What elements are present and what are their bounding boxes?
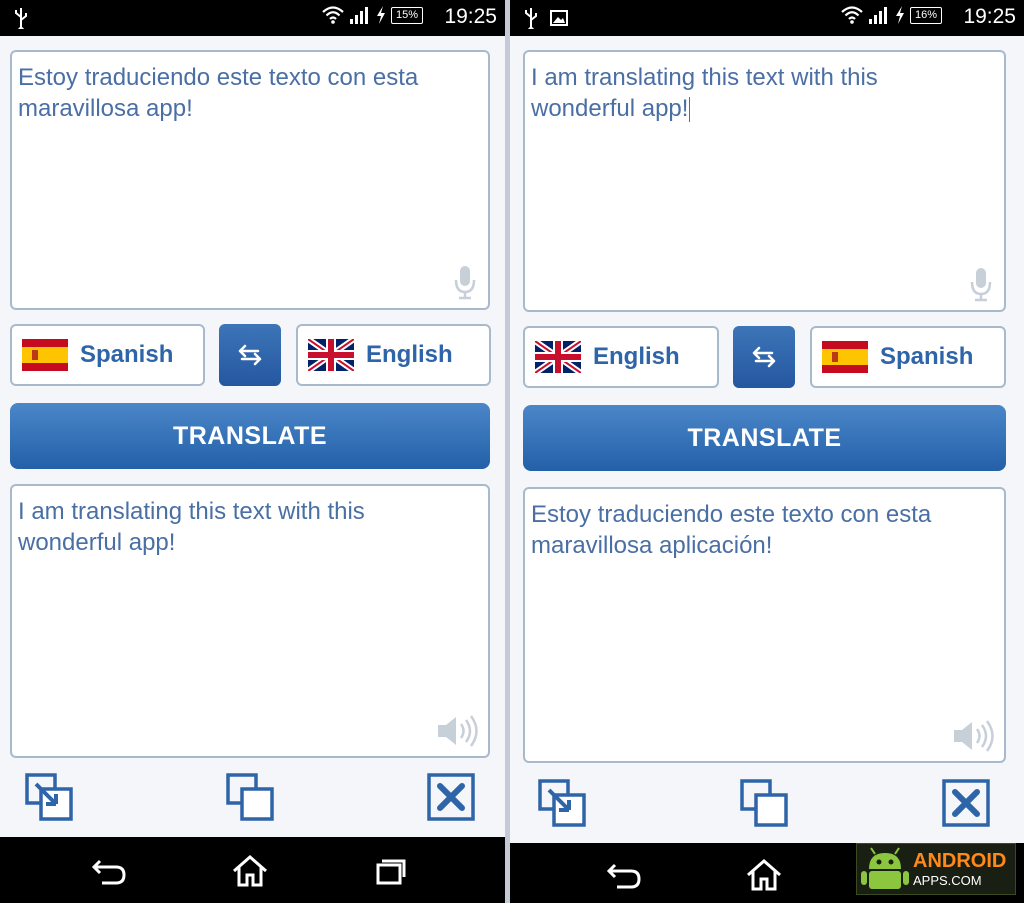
status-time: 19:25 xyxy=(444,5,497,28)
text-cursor xyxy=(689,97,691,123)
translate-button[interactable]: TRANSLATE xyxy=(10,403,490,469)
target-language-label: Spanish xyxy=(880,343,974,370)
source-language-button[interactable]: English xyxy=(523,326,719,388)
charging-icon xyxy=(895,6,904,24)
uk-flag-icon xyxy=(535,341,581,373)
usb-icon xyxy=(15,8,27,29)
translation-output: I am translating this text with this won… xyxy=(10,484,490,758)
source-text-input[interactable]: Estoy traduciendo este texto con esta ma… xyxy=(10,50,490,310)
copy-icon[interactable] xyxy=(739,778,789,828)
clear-icon[interactable] xyxy=(941,778,991,828)
wifi-icon xyxy=(841,6,863,24)
watermark-line1: ANDROID xyxy=(913,850,1007,872)
signal-icon xyxy=(868,7,887,24)
source-language-button[interactable]: Spanish xyxy=(10,324,205,386)
target-language-label: English xyxy=(366,341,453,368)
translate-button[interactable]: TRANSLATE xyxy=(523,405,1006,471)
translation-output: Estoy traduciendo este texto con esta ma… xyxy=(523,487,1006,763)
spain-flag-icon xyxy=(22,339,68,371)
wifi-icon xyxy=(322,6,344,24)
navigation-bar xyxy=(0,837,505,903)
status-bar: 16% 19:25 xyxy=(510,0,1024,36)
paste-icon[interactable] xyxy=(24,772,74,822)
phone-screen-right: 16% 19:25 I am translating this text wit… xyxy=(510,0,1024,903)
source-language-label: English xyxy=(593,343,680,370)
recent-apps-icon[interactable] xyxy=(370,853,410,889)
source-text: I am translating this text with this won… xyxy=(531,64,878,123)
swap-languages-button[interactable] xyxy=(733,326,795,388)
source-language-label: Spanish xyxy=(80,341,174,368)
swap-arrows-icon xyxy=(238,344,262,366)
paste-icon[interactable] xyxy=(537,778,587,828)
android-robot-icon xyxy=(861,847,909,889)
uk-flag-icon xyxy=(308,339,354,371)
swap-arrows-icon xyxy=(752,346,776,368)
copy-icon[interactable] xyxy=(225,772,275,822)
status-time: 19:25 xyxy=(963,5,1016,28)
target-language-button[interactable]: Spanish xyxy=(810,326,1006,388)
target-language-button[interactable]: English xyxy=(296,324,491,386)
back-icon[interactable] xyxy=(90,853,130,889)
clear-icon[interactable] xyxy=(426,772,476,822)
speaker-icon[interactable] xyxy=(436,714,480,748)
image-notification-icon xyxy=(550,10,568,26)
spain-flag-icon xyxy=(822,341,868,373)
battery-level: 15% xyxy=(390,6,423,24)
charging-icon xyxy=(376,6,385,24)
translated-text: Estoy traduciendo este texto con esta ma… xyxy=(531,501,932,559)
home-icon[interactable] xyxy=(230,853,270,889)
microphone-icon[interactable] xyxy=(452,264,478,300)
microphone-icon[interactable] xyxy=(968,266,994,302)
phone-screen-left: 15% 19:25 Estoy traduciendo este texto c… xyxy=(0,0,505,903)
back-icon[interactable] xyxy=(605,857,645,893)
battery-level: 16% xyxy=(909,6,942,24)
watermark-line2: APPS.COM xyxy=(913,873,982,888)
status-bar: 15% 19:25 xyxy=(0,0,505,36)
source-text: Estoy traduciendo este texto con esta ma… xyxy=(18,64,419,122)
home-icon[interactable] xyxy=(744,857,784,893)
translated-text: I am translating this text with this won… xyxy=(18,498,365,556)
signal-icon xyxy=(349,7,368,24)
usb-icon xyxy=(525,8,537,29)
source-text-input[interactable]: I am translating this text with this won… xyxy=(523,50,1006,312)
speaker-icon[interactable] xyxy=(952,719,996,753)
swap-languages-button[interactable] xyxy=(219,324,281,386)
watermark-logo: ANDROID APPS.COM xyxy=(856,843,1016,895)
